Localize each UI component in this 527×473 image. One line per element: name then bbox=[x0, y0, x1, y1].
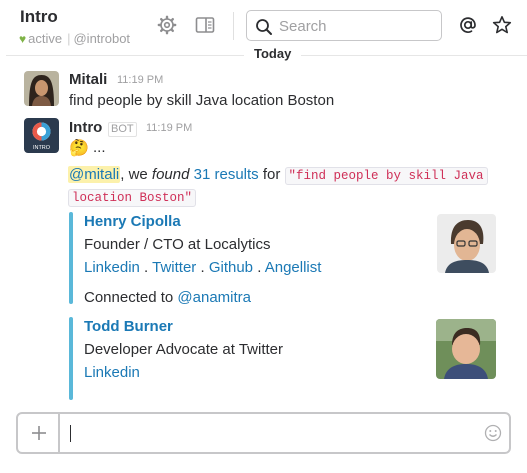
message-timestamp[interactable]: 11:19 PM bbox=[117, 74, 163, 86]
avatar-mitali[interactable] bbox=[24, 71, 59, 106]
profile-photo-henry-image bbox=[437, 214, 496, 273]
plus-icon bbox=[32, 426, 46, 440]
bot-badge: BOT bbox=[108, 122, 137, 137]
result-text: , we bbox=[120, 166, 152, 183]
query-code: location Boston" bbox=[68, 189, 197, 207]
attachment-links: Linkedin bbox=[84, 364, 140, 381]
add-attachment-button[interactable] bbox=[18, 414, 60, 452]
link-separator: . bbox=[196, 259, 209, 276]
search-placeholder: Search bbox=[279, 18, 327, 35]
bot-handle: @introbot bbox=[73, 31, 131, 46]
avatar-intro-bot[interactable]: INTRO bbox=[24, 118, 59, 153]
connected-user-link[interactable]: @anamitra bbox=[177, 289, 251, 306]
day-divider-label: Today bbox=[244, 46, 302, 61]
result-query-continued: location Boston" bbox=[68, 187, 197, 208]
search-box[interactable]: Search bbox=[246, 10, 442, 41]
subtitle-divider: | bbox=[67, 31, 71, 46]
emoji-icon[interactable] bbox=[484, 424, 502, 442]
twitter-link[interactable]: Twitter bbox=[152, 259, 196, 276]
profile-photo-henry[interactable] bbox=[437, 214, 496, 273]
linkedin-link[interactable]: Linkedin bbox=[84, 364, 140, 381]
text-cursor bbox=[70, 425, 71, 442]
message-author-mitali[interactable]: Mitali bbox=[69, 71, 107, 88]
avatar-mitali-image bbox=[24, 71, 59, 106]
user-mention[interactable]: @mitali bbox=[68, 166, 121, 183]
query-code: "find people by skill Java bbox=[284, 167, 488, 185]
result-found-text: found bbox=[151, 166, 190, 183]
link-separator: . bbox=[139, 259, 153, 276]
sidebar-toggle-icon[interactable] bbox=[195, 15, 215, 35]
attachment-links: Linkedin . Twitter . Github . Angellist bbox=[84, 259, 321, 276]
angellist-link[interactable]: Angellist bbox=[265, 259, 322, 276]
attachment-title: Founder / CTO at Localytics bbox=[84, 236, 271, 253]
search-icon bbox=[256, 19, 272, 35]
header-divider bbox=[233, 12, 234, 40]
intro-logo-icon: INTRO bbox=[24, 118, 59, 153]
message-author-intro[interactable]: Intro bbox=[69, 119, 102, 136]
profile-photo-todd-image bbox=[436, 319, 496, 379]
mentions-icon[interactable] bbox=[458, 15, 478, 35]
presence-status: active bbox=[28, 31, 63, 46]
thinking-emoji-icon: 🤔 bbox=[69, 140, 89, 157]
typing-ellipsis: ... bbox=[93, 139, 106, 156]
channel-title[interactable]: Intro bbox=[20, 7, 58, 27]
channel-subtitle: ♥ active | @introbot bbox=[19, 31, 130, 46]
attachment-name[interactable]: Todd Burner bbox=[84, 318, 173, 335]
connected-line: Connected to @anamitra bbox=[84, 289, 251, 306]
linkedin-link[interactable]: Linkedin bbox=[84, 259, 140, 276]
svg-text:INTRO: INTRO bbox=[33, 145, 51, 151]
github-link[interactable]: Github bbox=[209, 259, 253, 276]
attachment-accent-bar bbox=[69, 317, 73, 400]
connected-label: Connected to bbox=[84, 289, 178, 306]
result-for-text: for bbox=[258, 166, 285, 183]
attachment-title: Developer Advocate at Twitter bbox=[84, 341, 283, 358]
attachment-name[interactable]: Henry Cipolla bbox=[84, 213, 181, 230]
message-timestamp[interactable]: 11:19 PM bbox=[146, 122, 192, 134]
attachment-accent-bar bbox=[69, 212, 73, 304]
channel-header: Intro ♥ active | @introbot Search bbox=[0, 0, 527, 52]
results-link[interactable]: 31 results bbox=[194, 166, 259, 183]
star-icon[interactable] bbox=[492, 15, 512, 35]
message-composer[interactable] bbox=[16, 412, 511, 454]
link-separator: . bbox=[253, 259, 265, 276]
settings-icon[interactable] bbox=[157, 15, 177, 35]
presence-heart-icon: ♥ bbox=[19, 32, 27, 46]
message-text: find people by skill Java location Bosto… bbox=[69, 92, 335, 109]
result-summary: @mitali, we found 31 results for "find p… bbox=[68, 165, 488, 186]
profile-photo-todd[interactable] bbox=[436, 319, 496, 379]
